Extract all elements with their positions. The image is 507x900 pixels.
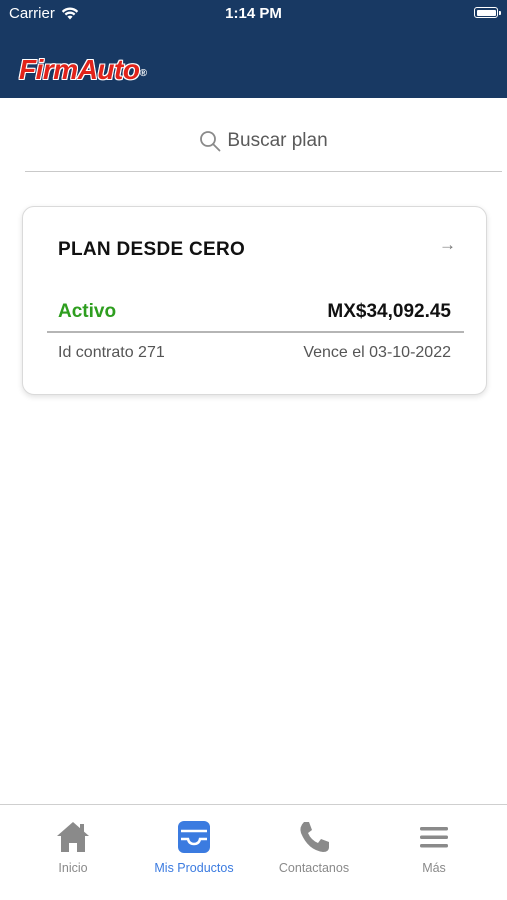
logo-firm-text: Firm xyxy=(19,54,78,85)
tab-label-contactanos: Contactanos xyxy=(278,861,350,875)
firmauto-logo: FirmAuto® xyxy=(19,54,147,86)
contract-id: Id contrato 271 xyxy=(58,344,165,361)
app-header: Carrier 1:14 PM FirmAuto® xyxy=(0,0,507,98)
tab-label-inicio: Inicio xyxy=(58,861,88,875)
tab-mis-productos[interactable]: Mis Productos xyxy=(134,819,254,875)
tab-mas[interactable]: Más xyxy=(374,819,494,875)
search-placeholder: Buscar plan xyxy=(227,129,328,151)
home-icon xyxy=(57,822,89,852)
logo-auto-text: Auto xyxy=(77,54,140,85)
inbox-icon xyxy=(178,821,210,853)
status-time: 1:14 PM xyxy=(225,5,282,22)
bottom-tab-bar: Inicio Mis Productos Contactanos Más xyxy=(0,804,507,900)
plan-card[interactable]: PLAN DESDE CERO → Activo MX$34,092.45 Id… xyxy=(22,206,487,395)
plan-amount: MX$34,092.45 xyxy=(327,301,451,322)
logo-registered-mark: ® xyxy=(139,68,147,79)
app-screen: Carrier 1:14 PM FirmAuto® Buscar plan PL… xyxy=(0,0,507,900)
tab-inicio[interactable]: Inicio xyxy=(13,819,133,875)
card-divider xyxy=(47,331,464,333)
battery-icon xyxy=(474,7,501,18)
plan-title: PLAN DESDE CERO xyxy=(58,239,246,260)
status-bar: Carrier 1:14 PM xyxy=(0,0,507,28)
plan-status: Activo xyxy=(58,301,117,322)
search-plan-field[interactable]: Buscar plan xyxy=(25,110,502,172)
menu-icon xyxy=(420,827,448,848)
tab-label-mis-productos: Mis Productos xyxy=(154,861,234,875)
tab-contactanos[interactable]: Contactanos xyxy=(254,819,374,875)
arrow-right-icon[interactable]: → xyxy=(439,235,456,255)
search-icon xyxy=(200,130,221,151)
tab-label-mas: Más xyxy=(422,861,446,875)
phone-icon xyxy=(300,822,329,852)
expiry-date: Vence el 03-10-2022 xyxy=(303,344,451,361)
